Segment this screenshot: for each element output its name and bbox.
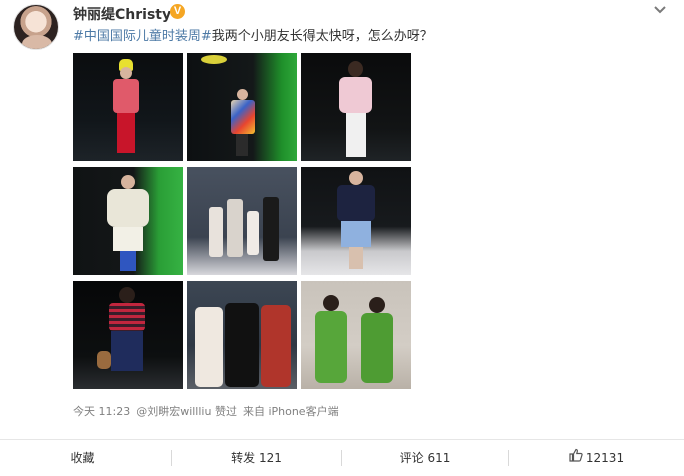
weibo-post-card: 钟丽缇Christy V #中国国际儿童时装周#我两个小朋友长得太快呀，怎么办呀… (0, 0, 684, 476)
runway-model-figure (237, 89, 248, 100)
comment-button[interactable]: 评论 611 (342, 446, 508, 470)
like-button[interactable]: 12131 (509, 446, 684, 470)
hashtag-link[interactable]: #中国国际儿童时装周# (73, 29, 212, 44)
photo-6[interactable] (301, 167, 411, 275)
photo-1[interactable] (73, 53, 183, 161)
photo-7[interactable] (73, 281, 183, 389)
portrait-figures (323, 295, 339, 311)
post-time[interactable]: 今天 11:23 (73, 405, 130, 418)
liked-by-link[interactable]: @刘畊宏willliu 赞过 (136, 405, 237, 418)
runway-model-figure (119, 287, 135, 303)
post-body-text: 我两个小朋友长得太快呀，怎么办呀？ (211, 29, 433, 44)
post-text: #中国国际儿童时装周#我两个小朋友长得太快呀，怎么办呀？ (73, 25, 433, 44)
like-count: 12131 (585, 451, 625, 465)
photo-8[interactable] (187, 281, 297, 389)
post-meta: 今天 11:23 @刘畊宏willliu 赞过 来自 iPhone客户端 (73, 403, 339, 419)
repost-button[interactable]: 转发 121 (172, 446, 341, 470)
chevron-down-icon[interactable] (652, 3, 668, 17)
group-figures (209, 207, 223, 257)
photo-2[interactable] (187, 53, 297, 161)
photo-grid (73, 53, 411, 389)
photo-5[interactable] (187, 167, 297, 275)
photo-4[interactable] (73, 167, 183, 275)
verified-badge-icon: V (170, 4, 185, 19)
favorite-button[interactable]: 收藏 (0, 446, 165, 470)
runway-model-figure (348, 61, 363, 77)
runway-model-figure (349, 171, 363, 185)
user-avatar[interactable] (13, 4, 59, 50)
photo-9[interactable] (301, 281, 411, 389)
post-source: 来自 iPhone客户端 (242, 405, 339, 418)
thumbs-up-icon (569, 446, 583, 470)
runway-model-figure (121, 175, 135, 189)
action-bar-divider (0, 439, 684, 440)
group-figures (195, 307, 223, 387)
username[interactable]: 钟丽缇Christy (73, 4, 171, 24)
photo-3[interactable] (301, 53, 411, 161)
